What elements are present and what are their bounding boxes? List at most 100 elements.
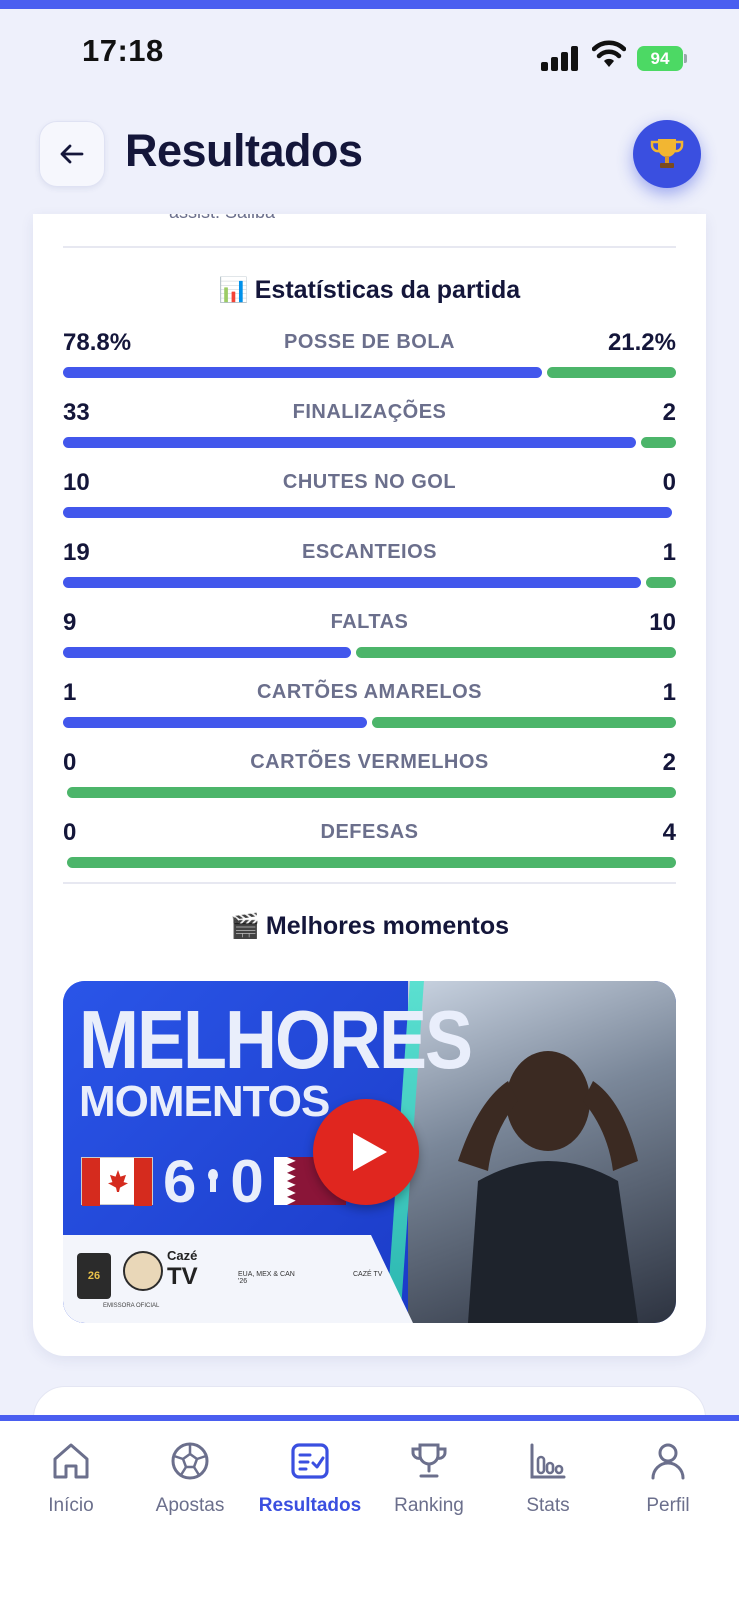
- divider: [63, 882, 676, 884]
- trophy-icon: [411, 1443, 447, 1478]
- stat-away-value: 1: [662, 539, 676, 566]
- stat-bar: [63, 507, 676, 518]
- home-icon: [53, 1443, 89, 1479]
- play-icon: [353, 1133, 387, 1171]
- wifi-icon: [592, 40, 626, 67]
- player-photo-illustration: [458, 1051, 638, 1323]
- stat-away-value: 21.2%: [607, 329, 676, 356]
- video-footer: 26 Cazé TV EUA, MEX & CAN '26 CAZÉ TV EM…: [63, 1235, 413, 1323]
- divider: [63, 246, 676, 248]
- assist-text: assist: Saliba: [169, 214, 275, 223]
- stat-bar-home: [63, 437, 637, 448]
- video-score: 6 0: [81, 1148, 346, 1215]
- stat-row: 33 FINALIZAÇÕES 2: [63, 399, 676, 459]
- stat-bar: [63, 717, 676, 728]
- bottom-tab-bar: Início Apostas Resultados Ranking Stats …: [0, 1415, 739, 1600]
- stat-row: 9 FALTAS 10: [63, 609, 676, 669]
- stat-bar: [63, 437, 676, 448]
- stat-row: 0 CARTÕES VERMELHOS 2: [63, 749, 676, 809]
- stat-away-value: 2: [662, 749, 676, 776]
- stat-row: 0 DEFESAS 4: [63, 819, 676, 879]
- stats-title-text: Estatísticas da partida: [254, 276, 521, 304]
- stat-bar: [63, 367, 676, 378]
- stat-bar-home: [63, 577, 641, 588]
- fifa-world-cup-logo: 26: [77, 1253, 111, 1299]
- stat-label: CARTÕES VERMELHOS: [250, 751, 489, 773]
- results-icon: [291, 1443, 329, 1479]
- tab-perfil[interactable]: Perfil: [608, 1439, 728, 1539]
- stat-bar-home: [63, 367, 543, 378]
- score-away: 0: [230, 1147, 264, 1215]
- stat-label: DEFESAS: [320, 821, 419, 843]
- stat-row: 78.8% POSSE DE BOLA 21.2%: [63, 329, 676, 389]
- battery-level: 94: [637, 46, 683, 71]
- highlights-video[interactable]: MELHORES MOMENTOS 6 0 26 Cazé TV EUA, ME…: [63, 981, 676, 1323]
- stat-bar-away: [645, 577, 676, 588]
- bar-chart-icon: [530, 1443, 566, 1479]
- status-time: 17:18: [82, 33, 164, 68]
- video-small-text-right: CAZÉ TV: [353, 1271, 383, 1278]
- play-button[interactable]: [313, 1099, 419, 1205]
- stat-bar-away: [641, 437, 676, 448]
- tab-stats[interactable]: Stats: [488, 1439, 608, 1539]
- stat-bar-away: [67, 787, 676, 798]
- cellular-signal-icon: [541, 45, 581, 71]
- caze-brand-text: Cazé: [167, 1248, 198, 1263]
- clapperboard-emoji-icon: 🎬: [230, 913, 260, 940]
- stat-away-value: 10: [649, 609, 676, 636]
- video-small-text-left: EUA, MEX & CAN '26: [238, 1271, 295, 1285]
- battery-icon: 94: [637, 46, 687, 71]
- match-details-card: assist: Saliba 📊Estatísticas da partida …: [33, 214, 706, 1356]
- stat-bar-home: [63, 647, 351, 658]
- arrow-left-icon: [60, 144, 84, 164]
- back-button[interactable]: [39, 121, 105, 187]
- highlights-title-text: Melhores momentos: [265, 912, 509, 940]
- tab-label: Início: [48, 1495, 94, 1516]
- world-cup-trophy-icon: [208, 1169, 219, 1192]
- stat-label: CHUTES NO GOL: [282, 471, 457, 493]
- user-icon: [651, 1443, 685, 1480]
- official-broadcaster-text: EMISSORA OFICIAL: [103, 1303, 160, 1309]
- stat-label: ESCANTEIOS: [301, 541, 438, 563]
- page-title: Resultados: [125, 125, 363, 176]
- soccer-ball-icon: [171, 1442, 209, 1480]
- stat-row: 19 ESCANTEIOS 1: [63, 539, 676, 599]
- caze-avatar-logo: [123, 1251, 163, 1291]
- stat-label: CARTÕES AMARELOS: [256, 681, 483, 703]
- tab-inicio[interactable]: Início: [11, 1439, 131, 1539]
- status-bar: 17:18 94: [0, 9, 739, 89]
- stat-label: FINALIZAÇÕES: [292, 401, 447, 423]
- stat-away-value: 2: [662, 399, 676, 426]
- highlights-section-title: 🎬 Melhores momentos: [33, 912, 706, 941]
- stat-bar: [63, 577, 676, 588]
- canada-flag-icon: [81, 1157, 153, 1206]
- trophy-icon: [650, 139, 684, 168]
- tab-label: Apostas: [155, 1495, 225, 1516]
- stat-label: FALTAS: [330, 611, 409, 633]
- stat-row: 1 CARTÕES AMARELOS 1: [63, 679, 676, 739]
- top-accent-line: [0, 0, 739, 9]
- stats-section-title: 📊 Estatísticas da partida: [33, 276, 706, 305]
- stat-bar-home: [63, 507, 672, 518]
- video-title-line1: MELHORES: [79, 994, 473, 1087]
- tab-apostas[interactable]: Apostas: [130, 1439, 250, 1539]
- stat-bar-away: [67, 857, 676, 868]
- stat-row: 10 CHUTES NO GOL 0: [63, 469, 676, 529]
- stat-bar: [63, 857, 676, 868]
- stat-label: POSSE DE BOLA: [284, 331, 455, 353]
- page-header: Resultados: [0, 89, 739, 214]
- stat-bar-away: [356, 647, 676, 658]
- tab-label: Ranking: [394, 1495, 464, 1516]
- video-title-line2: MOMENTOS: [79, 1077, 330, 1126]
- stat-away-value: 4: [662, 819, 676, 846]
- stat-away-value: 1: [662, 679, 676, 706]
- tab-label: Stats: [526, 1495, 570, 1516]
- stat-bar: [63, 647, 676, 658]
- score-home: 6: [163, 1147, 197, 1215]
- tab-ranking[interactable]: Ranking: [369, 1439, 489, 1539]
- trophy-button[interactable]: [633, 120, 701, 188]
- stat-bar: [63, 787, 676, 798]
- tab-label: Resultados: [258, 1495, 362, 1516]
- stat-away-value: 0: [662, 469, 676, 496]
- tab-resultados[interactable]: Resultados: [250, 1439, 370, 1539]
